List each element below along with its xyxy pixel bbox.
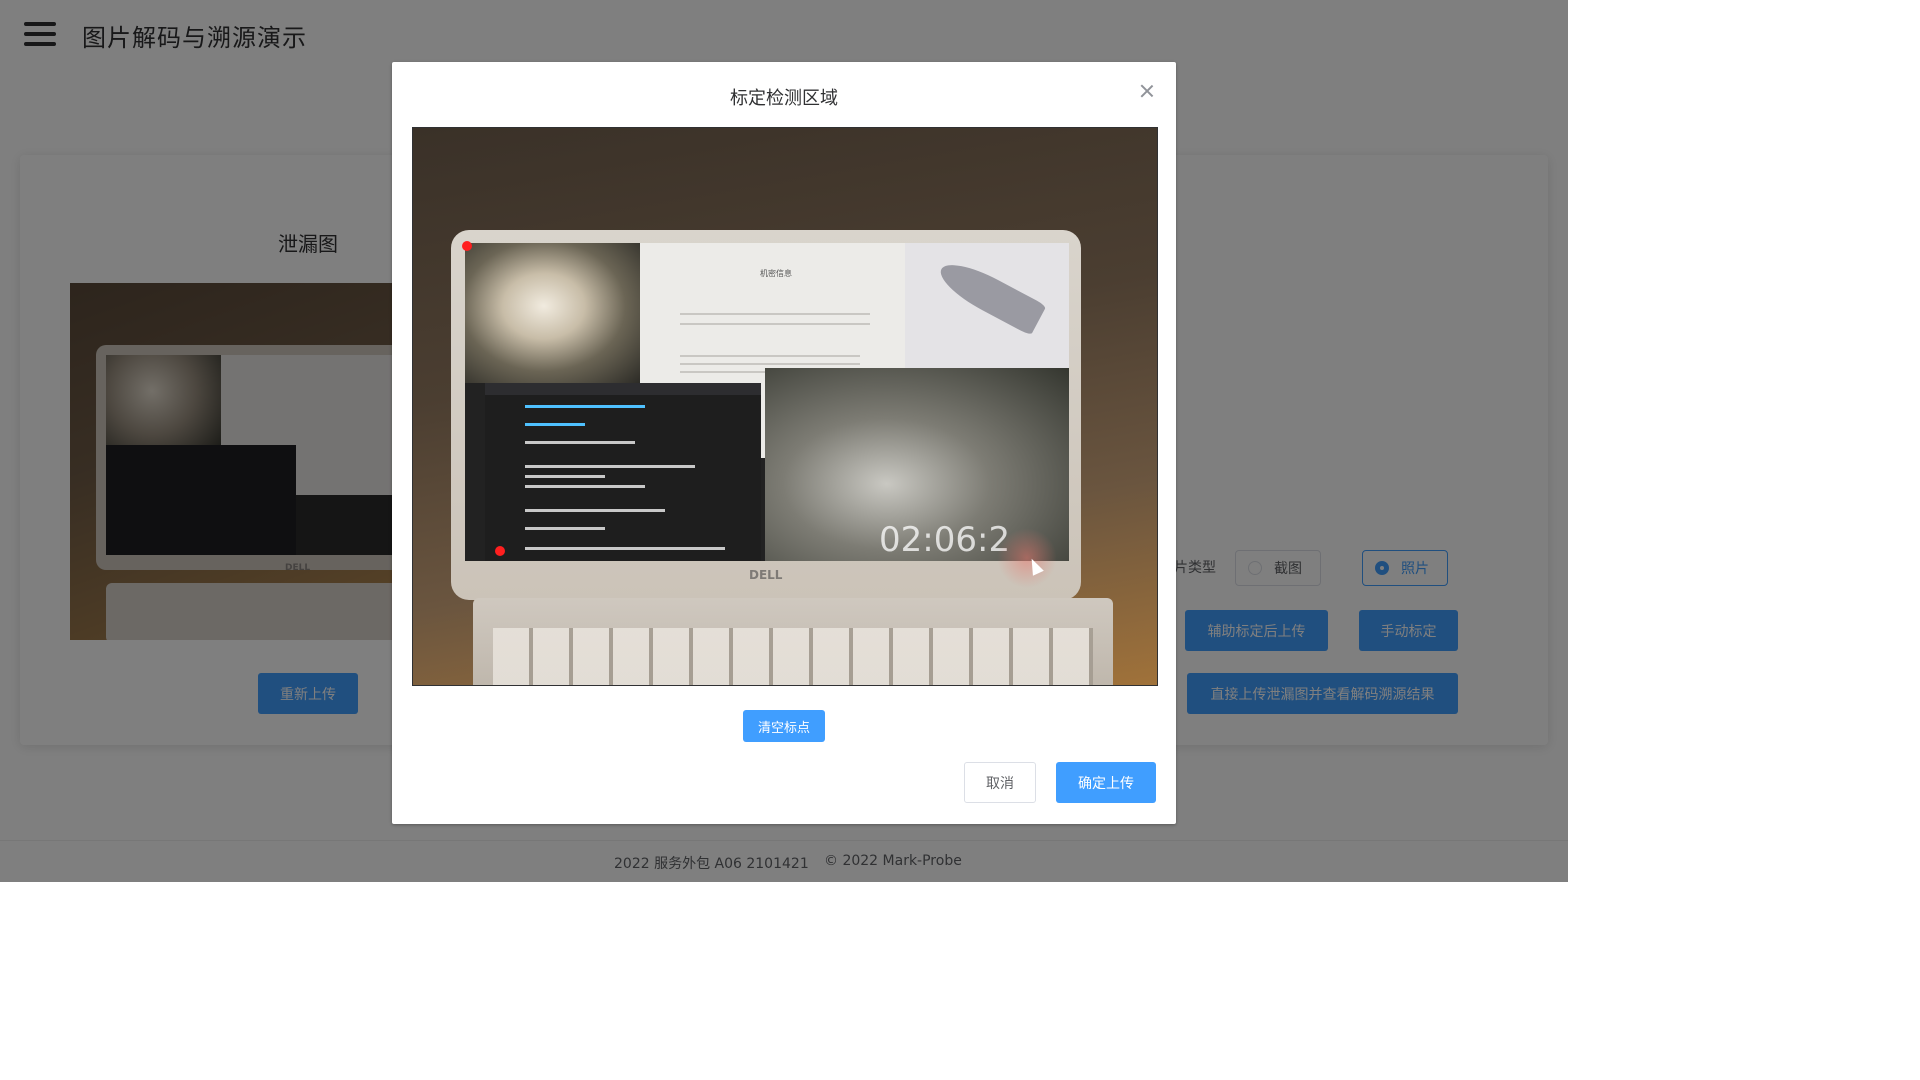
- calibration-point[interactable]: [495, 546, 505, 556]
- calibration-dialog: 标定检测区域 机密信息 02:06:2 DELL 清空标点 取消 确定上传: [392, 62, 1176, 824]
- video-timecode: 02:06:2: [879, 520, 1011, 560]
- plane-image: [905, 243, 1069, 368]
- laptop-brand: DELL: [749, 568, 783, 582]
- cancel-button[interactable]: 取消: [964, 762, 1036, 803]
- click-highlight: [997, 528, 1057, 588]
- calibration-point[interactable]: [462, 241, 472, 251]
- clear-points-button[interactable]: 清空标点: [743, 710, 825, 742]
- document-title: 机密信息: [760, 269, 792, 278]
- confirm-upload-button[interactable]: 确定上传: [1056, 762, 1156, 803]
- calibration-image[interactable]: 机密信息 02:06:2 DELL: [412, 127, 1158, 686]
- laptop-screen: 机密信息: [465, 243, 1069, 561]
- dialog-title: 标定检测区域: [730, 88, 838, 109]
- bird-image: [465, 243, 640, 383]
- close-icon[interactable]: [1140, 84, 1154, 98]
- code-editor-window: [485, 383, 761, 561]
- keyboard-keys: [493, 628, 1093, 685]
